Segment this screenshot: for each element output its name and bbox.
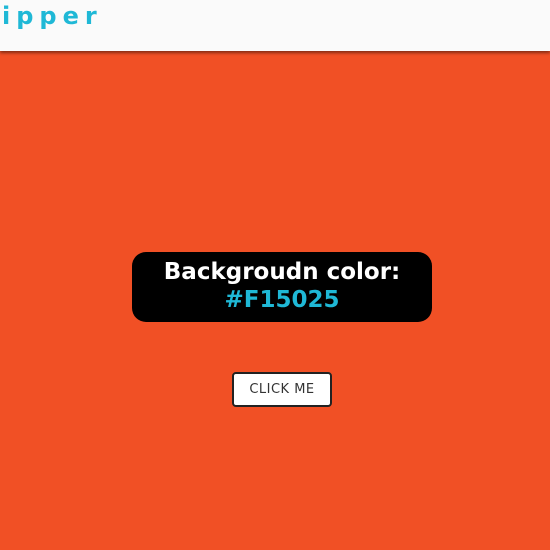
color-value: #F15025: [224, 287, 340, 313]
click-me-button[interactable]: CLICK ME: [232, 372, 332, 407]
color-display-box: Backgroudn color: #F15025: [132, 252, 432, 322]
logo-text: ipper: [2, 2, 103, 30]
top-navbar: ipper: [0, 0, 550, 51]
main-area: Backgroudn color: #F15025 CLICK ME: [0, 51, 550, 550]
color-label: Backgroudn color:: [163, 259, 401, 285]
